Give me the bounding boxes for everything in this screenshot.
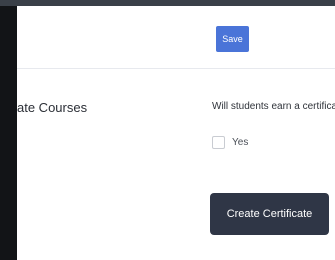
left-side-strip (0, 6, 17, 260)
create-certificate-button[interactable]: Create Certificate (210, 193, 329, 235)
section-title: ate Courses (17, 100, 88, 115)
yes-option-label: Yes (232, 137, 249, 148)
panel-header: Save (17, 6, 335, 69)
yes-option-row[interactable]: Yes (212, 136, 248, 149)
certificate-question: Will students earn a certifica (212, 101, 335, 112)
settings-panel: Save ate Courses Will students earn a ce… (17, 6, 335, 260)
yes-checkbox[interactable] (212, 136, 225, 149)
save-button[interactable]: Save (216, 26, 249, 52)
